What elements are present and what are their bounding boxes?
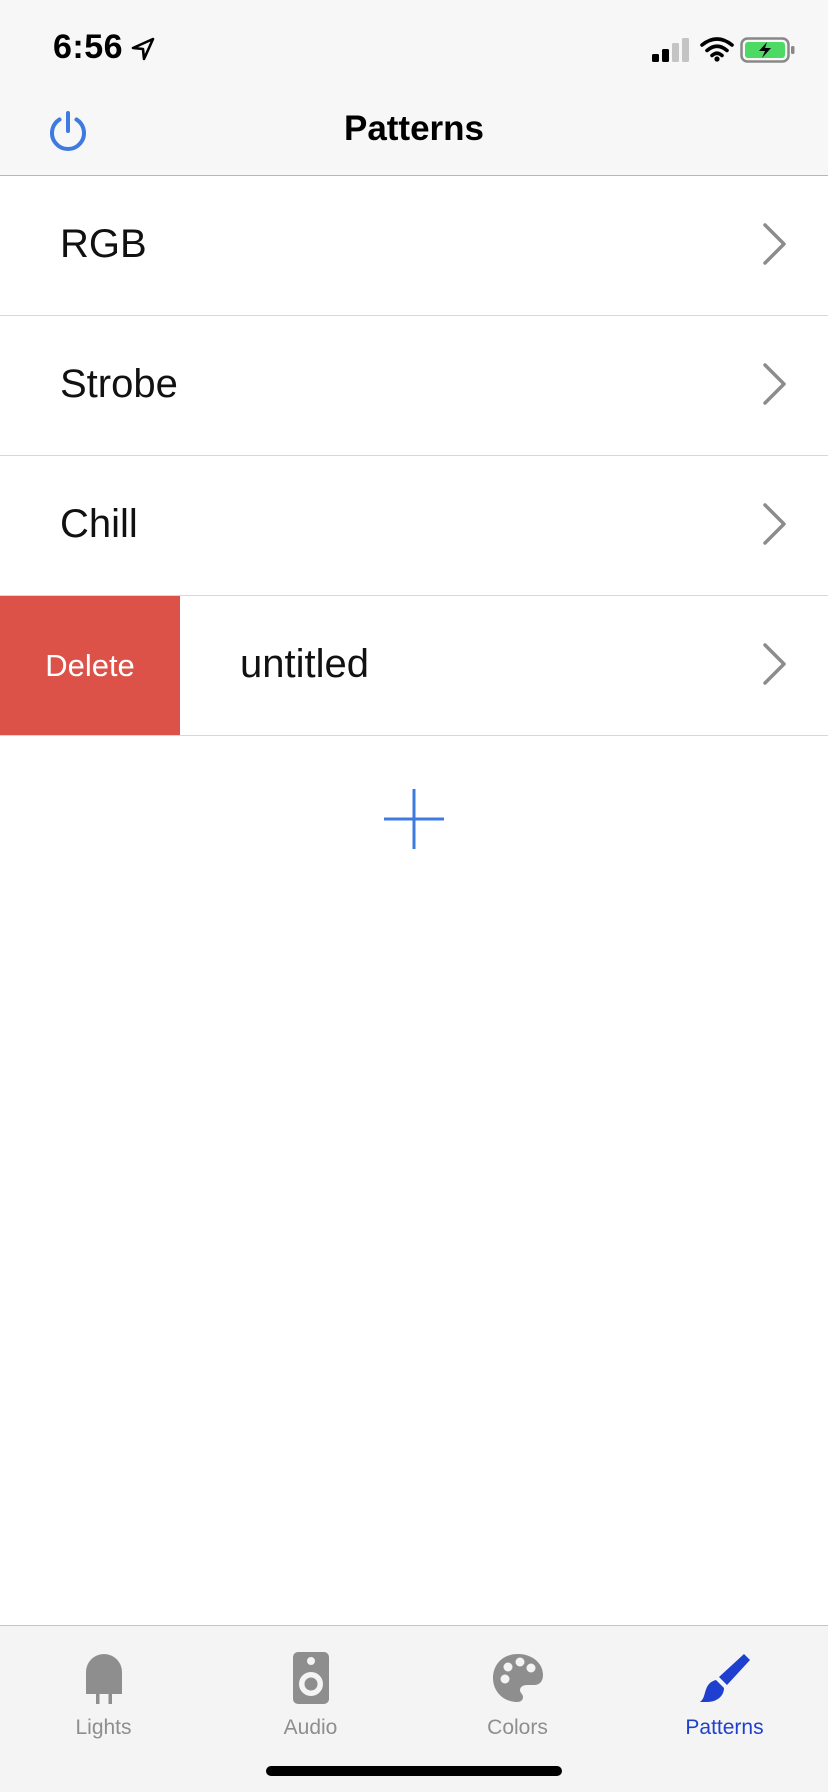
tab-colors[interactable]: Colors — [414, 1626, 621, 1746]
list-item-label: untitled — [240, 642, 369, 686]
tab-patterns[interactable]: Patterns — [621, 1626, 828, 1746]
tab-label: Lights — [75, 1716, 132, 1739]
list-item[interactable]: RGB — [0, 176, 828, 316]
plus-icon — [384, 789, 444, 849]
chevron-right-icon — [763, 223, 786, 265]
tab-label: Patterns — [685, 1716, 764, 1739]
tab-lights[interactable]: Lights — [0, 1626, 207, 1746]
palette-icon — [493, 1654, 543, 1702]
list-item-swiped[interactable]: Delete untitled — [0, 596, 828, 736]
list-item-label: Strobe — [60, 362, 178, 406]
speaker-icon — [293, 1652, 329, 1704]
chevron-right-icon — [763, 363, 786, 405]
battery-charging-icon — [740, 37, 795, 63]
nav-bar: Patterns — [0, 92, 828, 176]
tab-audio[interactable]: Audio — [207, 1626, 414, 1746]
home-indicator — [266, 1766, 562, 1776]
page-title: Patterns — [343, 109, 485, 148]
chevron-right-icon — [763, 503, 786, 545]
patterns-list: RGB Strobe Chill Delete untitled — [0, 176, 828, 736]
status-bar: 6:56 — [0, 0, 828, 92]
delete-button[interactable]: Delete — [0, 596, 180, 735]
wifi-icon — [700, 37, 734, 62]
location-arrow-icon — [131, 37, 155, 61]
tab-label: Audio — [283, 1716, 338, 1739]
tab-label: Colors — [487, 1716, 548, 1739]
status-time: 6:56 — [53, 28, 124, 66]
list-item[interactable]: Strobe — [0, 316, 828, 456]
chevron-right-icon — [763, 643, 786, 685]
list-item-label: Chill — [60, 502, 138, 546]
add-pattern-button[interactable] — [383, 788, 445, 850]
brush-icon — [700, 1654, 750, 1702]
cellular-signal-icon — [652, 38, 689, 62]
list-item[interactable]: Chill — [0, 456, 828, 596]
bulb-icon — [86, 1654, 122, 1704]
list-item-label: RGB — [60, 222, 147, 266]
